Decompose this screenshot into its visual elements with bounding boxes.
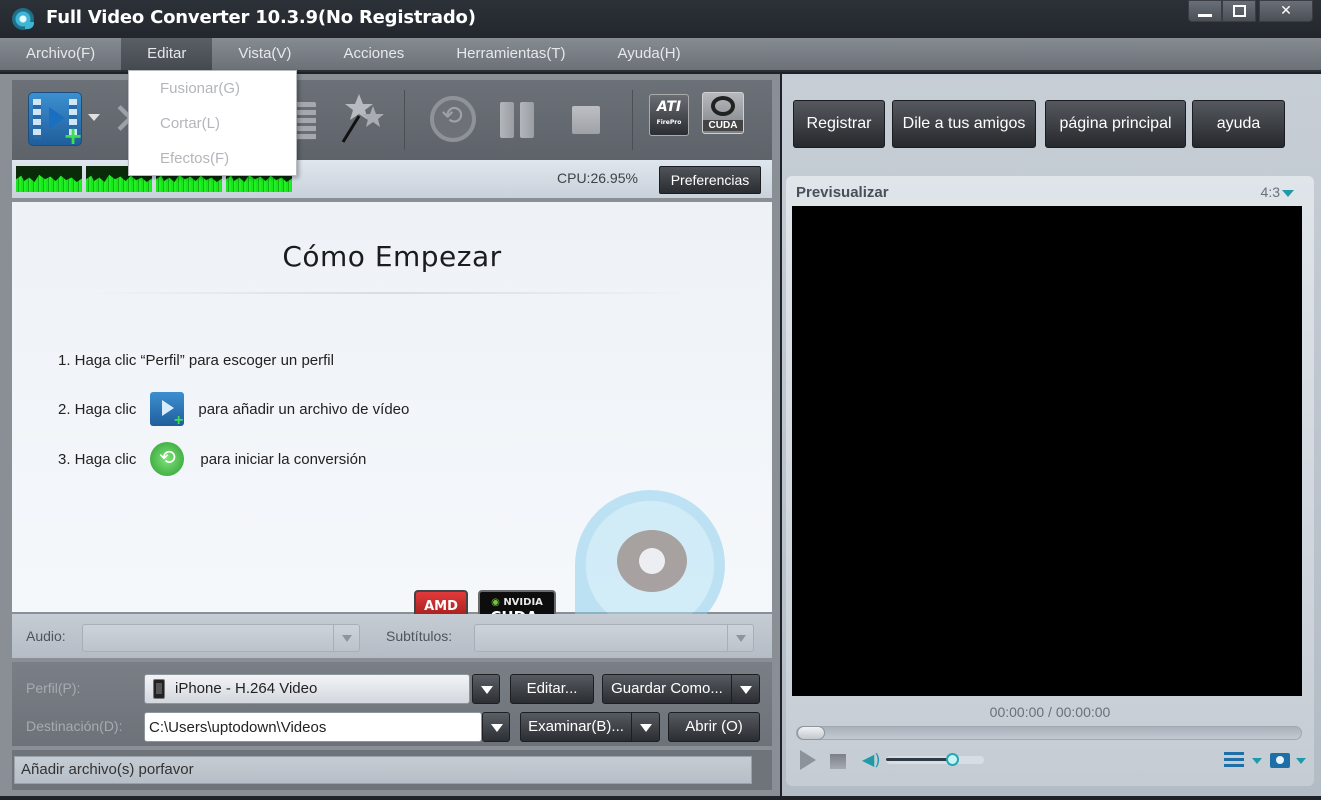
- app-logo-icon: [12, 8, 34, 30]
- add-video-button[interactable]: +: [28, 92, 84, 150]
- menu-item-efectos[interactable]: Efectos(F): [129, 141, 296, 176]
- convert-button[interactable]: [430, 96, 476, 142]
- timecode: 00:00:00 / 00:00:00: [989, 704, 1111, 720]
- stop-icon[interactable]: [830, 754, 846, 769]
- editar-dropdown-menu: Fusionar(G) Cortar(L) Efectos(F): [128, 70, 297, 176]
- minimize-button[interactable]: [1188, 0, 1222, 22]
- profile-dropdown-button[interactable]: [472, 674, 500, 704]
- profile-select[interactable]: iPhone - H.264 Video: [144, 674, 470, 704]
- status-bar: Añadir archivo(s) porfavor: [12, 750, 772, 790]
- step-1: 1. Haga clic “Perfil” para escoger un pe…: [58, 352, 334, 369]
- volume-fill: [886, 758, 952, 761]
- seek-slider[interactable]: [796, 726, 1302, 740]
- open-folder-button[interactable]: Abrir (O): [668, 712, 760, 742]
- audio-wave-bar: CPU:26.95% Preferencias: [12, 160, 772, 198]
- destination-label: Destinación(D):: [26, 718, 123, 734]
- menu-ayuda[interactable]: Ayuda(H): [592, 38, 707, 70]
- left-panel: + ✕ ATIFirePro CUDA CPU:26.95% Preferenc…: [0, 74, 780, 796]
- preview-panel: Previsualizar 4:3 00:00:00 / 00:00:00 ◀): [786, 176, 1314, 786]
- add-video-dropdown-icon[interactable]: [88, 114, 100, 121]
- profile-label: Perfil(P):: [26, 680, 81, 696]
- maximize-button[interactable]: [1222, 0, 1256, 22]
- subtitles-label: Subtítulos:: [386, 628, 453, 644]
- chevron-down-icon: [333, 625, 359, 651]
- menu-editar[interactable]: Editar: [121, 38, 213, 70]
- seek-thumb[interactable]: [797, 726, 825, 740]
- audio-label: Audio:: [26, 628, 66, 644]
- step-2: 2. Haga clic para añadir un archivo de v…: [58, 392, 409, 430]
- menu-herramientas[interactable]: Herramientas(T): [430, 38, 591, 70]
- clip-icon[interactable]: [294, 102, 316, 140]
- preferences-button[interactable]: Preferencias: [659, 166, 761, 194]
- nvidia-cuda-icon[interactable]: CUDA: [702, 92, 744, 134]
- toolbar: + ✕ ATIFirePro CUDA: [12, 80, 772, 160]
- window-controls: ✕: [1188, 0, 1313, 22]
- title-bar: Full Video Converter 10.3.9(No Registrad…: [0, 0, 1321, 38]
- film-strip-icon: [33, 99, 41, 139]
- chevron-down-icon[interactable]: [1252, 758, 1262, 764]
- play-icon[interactable]: [800, 750, 816, 770]
- cpu-usage: CPU:26.95%: [557, 170, 638, 186]
- subtitles-select[interactable]: [474, 624, 754, 652]
- close-icon: ✕: [1280, 3, 1292, 19]
- register-button[interactable]: Registrar: [793, 100, 885, 148]
- add-video-icon: [150, 392, 185, 430]
- chevron-down-icon[interactable]: [631, 713, 659, 741]
- preview-title: Previsualizar: [796, 184, 889, 201]
- audio-select[interactable]: [82, 624, 360, 652]
- output-settings: Perfil(P): iPhone - H.264 Video Editar..…: [12, 662, 772, 746]
- right-panel: Registrar Dile a tus amigos página princ…: [782, 74, 1321, 796]
- close-button[interactable]: ✕: [1259, 0, 1313, 22]
- heading-divider: [92, 292, 692, 294]
- tell-friends-button[interactable]: Dile a tus amigos: [892, 100, 1036, 148]
- toolbar-separator: [404, 90, 405, 150]
- convert-icon: ⟲: [150, 442, 185, 476]
- browse-button[interactable]: Examinar(B)...: [520, 712, 660, 742]
- help-button[interactable]: ayuda: [1192, 100, 1285, 148]
- getting-started-heading: Cómo Empezar: [282, 240, 502, 273]
- maximize-icon: [1232, 5, 1246, 17]
- menu-vista[interactable]: Vista(V): [212, 38, 317, 70]
- playlist-icon[interactable]: [1224, 752, 1244, 768]
- stop-button[interactable]: [572, 106, 600, 134]
- plus-icon: +: [63, 122, 84, 150]
- phone-icon: [153, 679, 165, 699]
- menu-bar: Archivo(F) Editar Vista(V) Acciones Herr…: [0, 38, 1321, 72]
- destination-dropdown-button[interactable]: [482, 712, 510, 742]
- audio-subtitle-row: Audio: Subtítulos:: [12, 614, 772, 658]
- volume-icon[interactable]: ◀): [862, 750, 881, 769]
- video-preview-screen: [792, 206, 1302, 696]
- chevron-down-icon[interactable]: [731, 675, 759, 703]
- window-title: Full Video Converter 10.3.9(No Registrad…: [46, 7, 476, 28]
- nvidia-eye-icon: [711, 96, 735, 116]
- chevron-down-icon: [727, 625, 753, 651]
- toolbar-separator: [632, 90, 633, 150]
- pause-button[interactable]: [500, 102, 534, 138]
- chevron-down-icon[interactable]: [1282, 190, 1294, 197]
- minimize-icon: [1198, 13, 1212, 17]
- getting-started-panel: Cómo Empezar 1. Haga clic “Perfil” para …: [12, 202, 772, 640]
- menu-item-cortar[interactable]: Cortar(L): [129, 106, 296, 141]
- edit-profile-button[interactable]: Editar...: [510, 674, 594, 704]
- step-3: 3. Haga clic ⟲ para iniciar la conversió…: [58, 442, 366, 476]
- ati-firepro-icon[interactable]: ATI FirePro: [649, 94, 689, 136]
- volume-thumb[interactable]: [945, 753, 959, 766]
- audio-wave-meter: [16, 166, 82, 192]
- volume-slider[interactable]: [886, 753, 984, 766]
- status-message: Añadir archivo(s) porfavor: [14, 756, 752, 784]
- camera-icon[interactable]: [1270, 753, 1290, 768]
- menu-archivo[interactable]: Archivo(F): [0, 38, 121, 70]
- menu-acciones[interactable]: Acciones: [317, 38, 430, 70]
- save-as-button[interactable]: Guardar Como...: [602, 674, 760, 704]
- effects-wand-icon[interactable]: [337, 92, 387, 148]
- chevron-down-icon[interactable]: [1296, 758, 1306, 764]
- menu-item-fusionar[interactable]: Fusionar(G): [129, 71, 296, 106]
- aspect-ratio-select[interactable]: 4:3: [1261, 184, 1280, 200]
- homepage-button[interactable]: página principal: [1045, 100, 1186, 148]
- destination-input[interactable]: [144, 712, 482, 742]
